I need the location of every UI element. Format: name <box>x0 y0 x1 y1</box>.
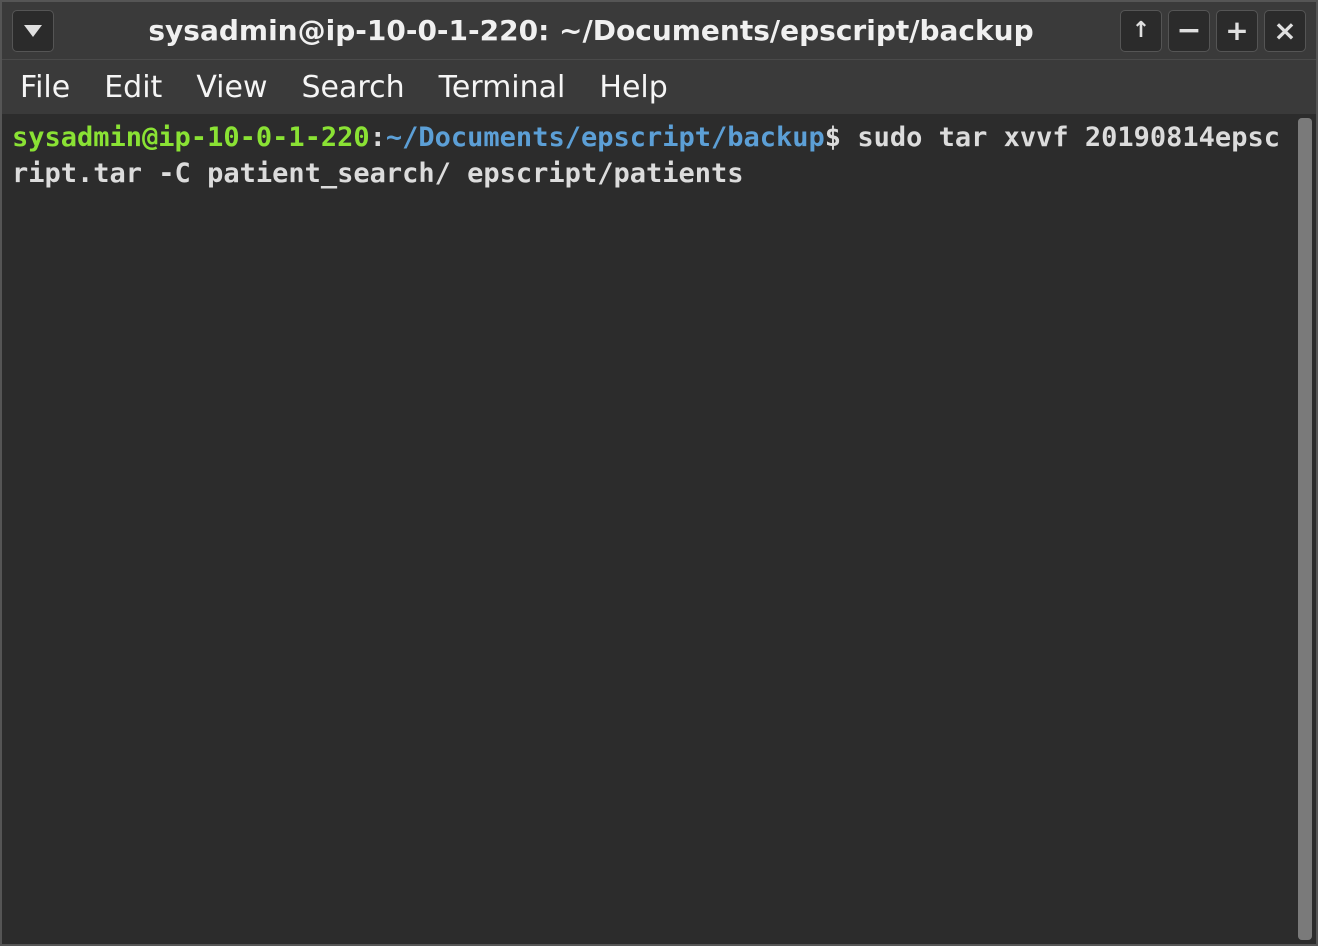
prompt-separator: : <box>370 122 386 153</box>
titlebar-left <box>12 10 62 52</box>
scrollbar-thumb[interactable] <box>1298 118 1312 940</box>
prompt-user: sysadmin@ip-10-0-1-220 <box>12 122 370 153</box>
keep-above-button[interactable]: ↑ <box>1120 10 1162 52</box>
menu-terminal[interactable]: Terminal <box>439 70 566 105</box>
terminal-window: sysadmin@ip-10-0-1-220: ~/Documents/epsc… <box>0 0 1318 946</box>
menu-help[interactable]: Help <box>599 70 667 105</box>
arrow-up-icon: ↑ <box>1132 18 1150 43</box>
window-title: sysadmin@ip-10-0-1-220: ~/Documents/epsc… <box>62 14 1120 47</box>
maximize-button[interactable]: + <box>1216 10 1258 52</box>
titlebar-right: ↑ − + × <box>1120 10 1306 52</box>
menu-search[interactable]: Search <box>302 70 405 105</box>
menu-view[interactable]: View <box>196 70 267 105</box>
caret-down-icon <box>24 18 42 43</box>
plus-icon: + <box>1225 14 1248 47</box>
menubar: File Edit View Search Terminal Help <box>2 60 1316 114</box>
terminal-area: sysadmin@ip-10-0-1-220:~/Documents/epscr… <box>2 114 1316 944</box>
terminal-content[interactable]: sysadmin@ip-10-0-1-220:~/Documents/epscr… <box>2 114 1298 944</box>
titlebar: sysadmin@ip-10-0-1-220: ~/Documents/epsc… <box>2 2 1316 60</box>
minimize-icon: − <box>1176 13 1201 48</box>
close-button[interactable]: × <box>1264 10 1306 52</box>
window-menu-button[interactable] <box>12 10 54 52</box>
scrollbar[interactable] <box>1298 118 1312 940</box>
close-icon: × <box>1273 14 1296 47</box>
minimize-button[interactable]: − <box>1168 10 1210 52</box>
prompt-dollar: $ <box>825 122 841 153</box>
menu-file[interactable]: File <box>20 70 70 105</box>
prompt-path: ~/Documents/epscript/backup <box>386 122 825 153</box>
menu-edit[interactable]: Edit <box>104 70 162 105</box>
